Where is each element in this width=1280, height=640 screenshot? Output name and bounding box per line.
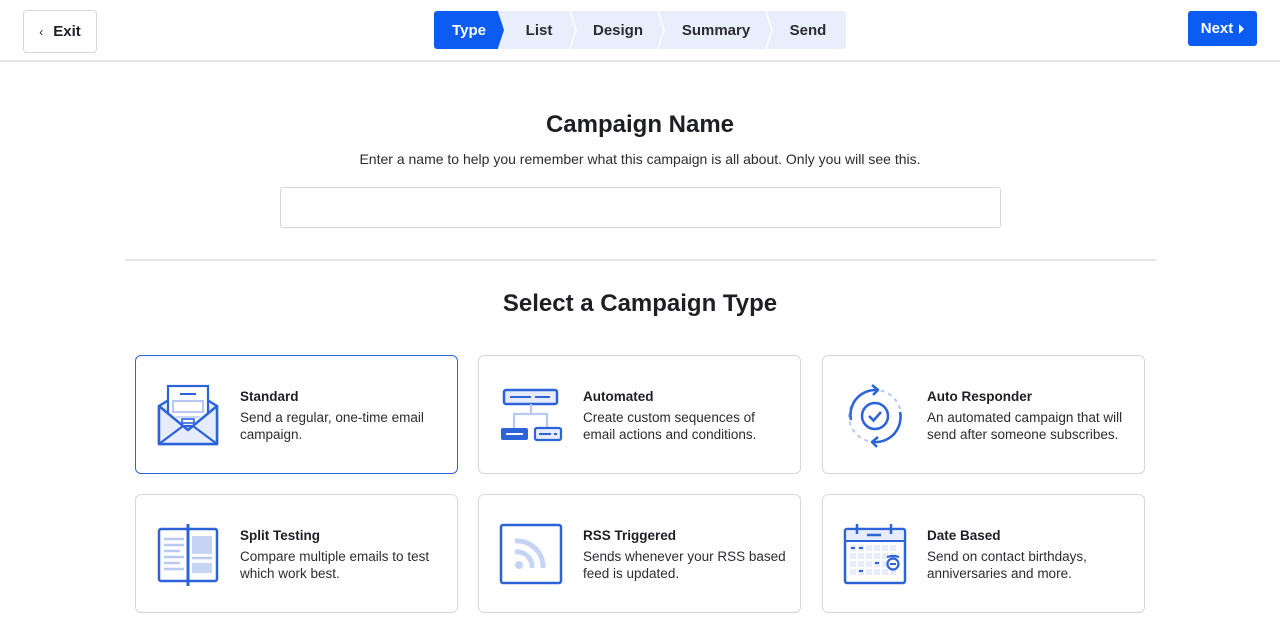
step-label: Design	[592, 21, 643, 39]
campaign-type-standard[interactable]: Standard Send a regular, one-time email …	[135, 355, 458, 474]
card-title: Automated	[583, 389, 654, 404]
card-description: An automated campaign that will send aft…	[927, 410, 1123, 442]
exit-label: Exit	[53, 23, 81, 40]
campaign-type-split-testing[interactable]: Split Testing Compare multiple emails to…	[135, 494, 458, 613]
step-type[interactable]: Type	[434, 11, 504, 49]
chevron-left-icon: ‹	[39, 25, 44, 39]
wizard-steps: Type List Design Summary Send	[434, 11, 846, 49]
workflow-icon	[501, 388, 563, 442]
step-summary[interactable]: Summary	[662, 11, 773, 49]
section-divider	[125, 259, 1156, 261]
campaign-type-date-based[interactable]: Date Based Send on contact birthdays, an…	[822, 494, 1145, 613]
step-label: List	[525, 21, 553, 39]
caret-right-icon	[1239, 23, 1245, 34]
step-send[interactable]: Send	[770, 11, 846, 49]
step-label: Type	[452, 21, 486, 39]
cycle-check-icon	[848, 384, 902, 448]
card-title: Date Based	[927, 528, 1001, 543]
campaign-type-automated[interactable]: Automated Create custom sequences of ema…	[478, 355, 801, 474]
top-bar: ‹ Exit Type List Design Summary Send Nex…	[0, 0, 1280, 62]
envelope-icon	[157, 384, 219, 446]
card-description: Send a regular, one-time email campaign.	[240, 410, 424, 442]
next-button[interactable]: Next	[1188, 11, 1257, 46]
campaign-name-description: Enter a name to help you remember what t…	[359, 151, 921, 167]
calendar-icon	[843, 524, 907, 585]
step-label: Summary	[681, 21, 751, 39]
card-description: Create custom sequences of email actions…	[583, 410, 757, 442]
card-title: Split Testing	[240, 528, 320, 543]
campaign-name-heading: Campaign Name	[545, 111, 735, 138]
card-description: Sends whenever your RSS based feed is up…	[583, 549, 786, 581]
split-page-icon	[157, 524, 219, 586]
next-label: Next	[1200, 20, 1234, 37]
campaign-type-rss-triggered[interactable]: RSS Triggered Sends whenever your RSS ba…	[478, 494, 801, 613]
card-description: Compare multiple emails to test which wo…	[240, 549, 430, 581]
step-design[interactable]: Design	[574, 11, 665, 49]
card-title: Auto Responder	[927, 389, 1033, 404]
card-title: RSS Triggered	[583, 528, 677, 543]
exit-button[interactable]: ‹ Exit	[23, 10, 97, 53]
rss-icon	[499, 523, 563, 585]
campaign-name-input[interactable]	[280, 187, 1001, 228]
card-description: Send on contact birthdays, anniversaries…	[927, 549, 1087, 581]
step-label: Send	[789, 21, 827, 39]
campaign-type-heading: Select a Campaign Type	[502, 290, 778, 317]
step-list[interactable]: List	[504, 11, 577, 49]
card-title: Standard	[240, 389, 299, 404]
campaign-type-auto-responder[interactable]: Auto Responder An automated campaign tha…	[822, 355, 1145, 474]
